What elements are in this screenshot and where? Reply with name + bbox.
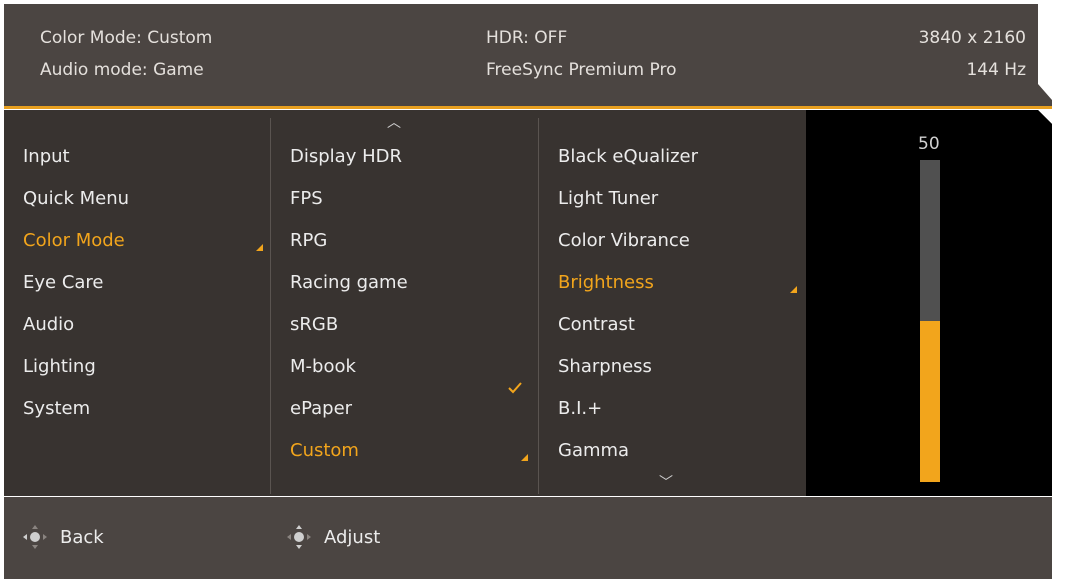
back-hint[interactable]: Back: [22, 524, 104, 550]
menu-item[interactable]: FPS: [290, 188, 323, 209]
osd-menu: Color Mode: Custom Audio mode: Game HDR:…: [4, 4, 1052, 579]
menu-item[interactable]: Display HDR: [290, 146, 402, 167]
column-divider: [270, 118, 271, 494]
brightness-slider[interactable]: [920, 160, 940, 482]
audio-mode-status: Audio mode: Game: [40, 60, 204, 80]
submenu-arrow-icon: [790, 286, 797, 293]
menu-item[interactable]: Audio: [23, 314, 74, 335]
menu-item[interactable]: Input: [23, 146, 70, 167]
color-mode-status: Color Mode: Custom: [40, 28, 213, 48]
menu-item[interactable]: Color Vibrance: [558, 230, 690, 251]
header-divider: [4, 106, 1052, 109]
slider-fill: [920, 321, 940, 482]
freesync-status: FreeSync Premium Pro: [486, 60, 677, 80]
slider-value: 50: [918, 134, 940, 154]
menu-item[interactable]: System: [23, 398, 90, 419]
submenu-arrow-icon: [256, 244, 263, 251]
hdr-status: HDR: OFF: [486, 28, 568, 48]
menu-body: Input Quick Menu Color Mode Eye Care Audio Li…: [4, 110, 1052, 496]
menu-item[interactable]: RPG: [290, 230, 327, 251]
menu-item[interactable]: Racing game: [290, 272, 408, 293]
scroll-down-icon[interactable]: ﹀: [659, 472, 673, 492]
submenu-arrow-icon: [521, 454, 528, 461]
joystick-adjust-icon: [287, 525, 311, 549]
adjust-label: Adjust: [324, 526, 381, 548]
menu-item[interactable]: Sharpness: [558, 356, 652, 377]
footer-hints: Back Adjust: [4, 497, 1052, 579]
menu-item[interactable]: Light Tuner: [558, 188, 658, 209]
menu-item[interactable]: Lighting: [23, 356, 96, 377]
refresh-rate-status: 144 Hz: [966, 60, 1026, 80]
adjust-hint[interactable]: Adjust: [286, 524, 380, 550]
column-divider: [538, 118, 539, 494]
joystick-back-icon: [23, 525, 47, 549]
resolution-status: 3840 x 2160: [918, 28, 1026, 48]
menu-item[interactable]: Gamma: [558, 440, 629, 461]
menu-item[interactable]: Contrast: [558, 314, 635, 335]
menu-item[interactable]: ePaper: [290, 398, 352, 419]
scroll-up-icon[interactable]: ︿: [387, 112, 401, 132]
menu-item[interactable]: Brightness: [558, 272, 654, 293]
menu-item[interactable]: Quick Menu: [23, 188, 129, 209]
menu-item[interactable]: B.I.+: [558, 398, 602, 419]
menu-item[interactable]: Custom: [290, 440, 359, 461]
menu-item[interactable]: Eye Care: [23, 272, 104, 293]
menu-item[interactable]: M-book: [290, 356, 356, 377]
checkmark-icon: [508, 382, 522, 394]
menu-item[interactable]: sRGB: [290, 314, 338, 335]
status-header: Color Mode: Custom Audio mode: Game HDR:…: [4, 4, 1052, 108]
menu-item[interactable]: Color Mode: [23, 230, 125, 251]
back-label: Back: [60, 526, 104, 548]
menu-item[interactable]: Black eQualizer: [558, 146, 698, 167]
